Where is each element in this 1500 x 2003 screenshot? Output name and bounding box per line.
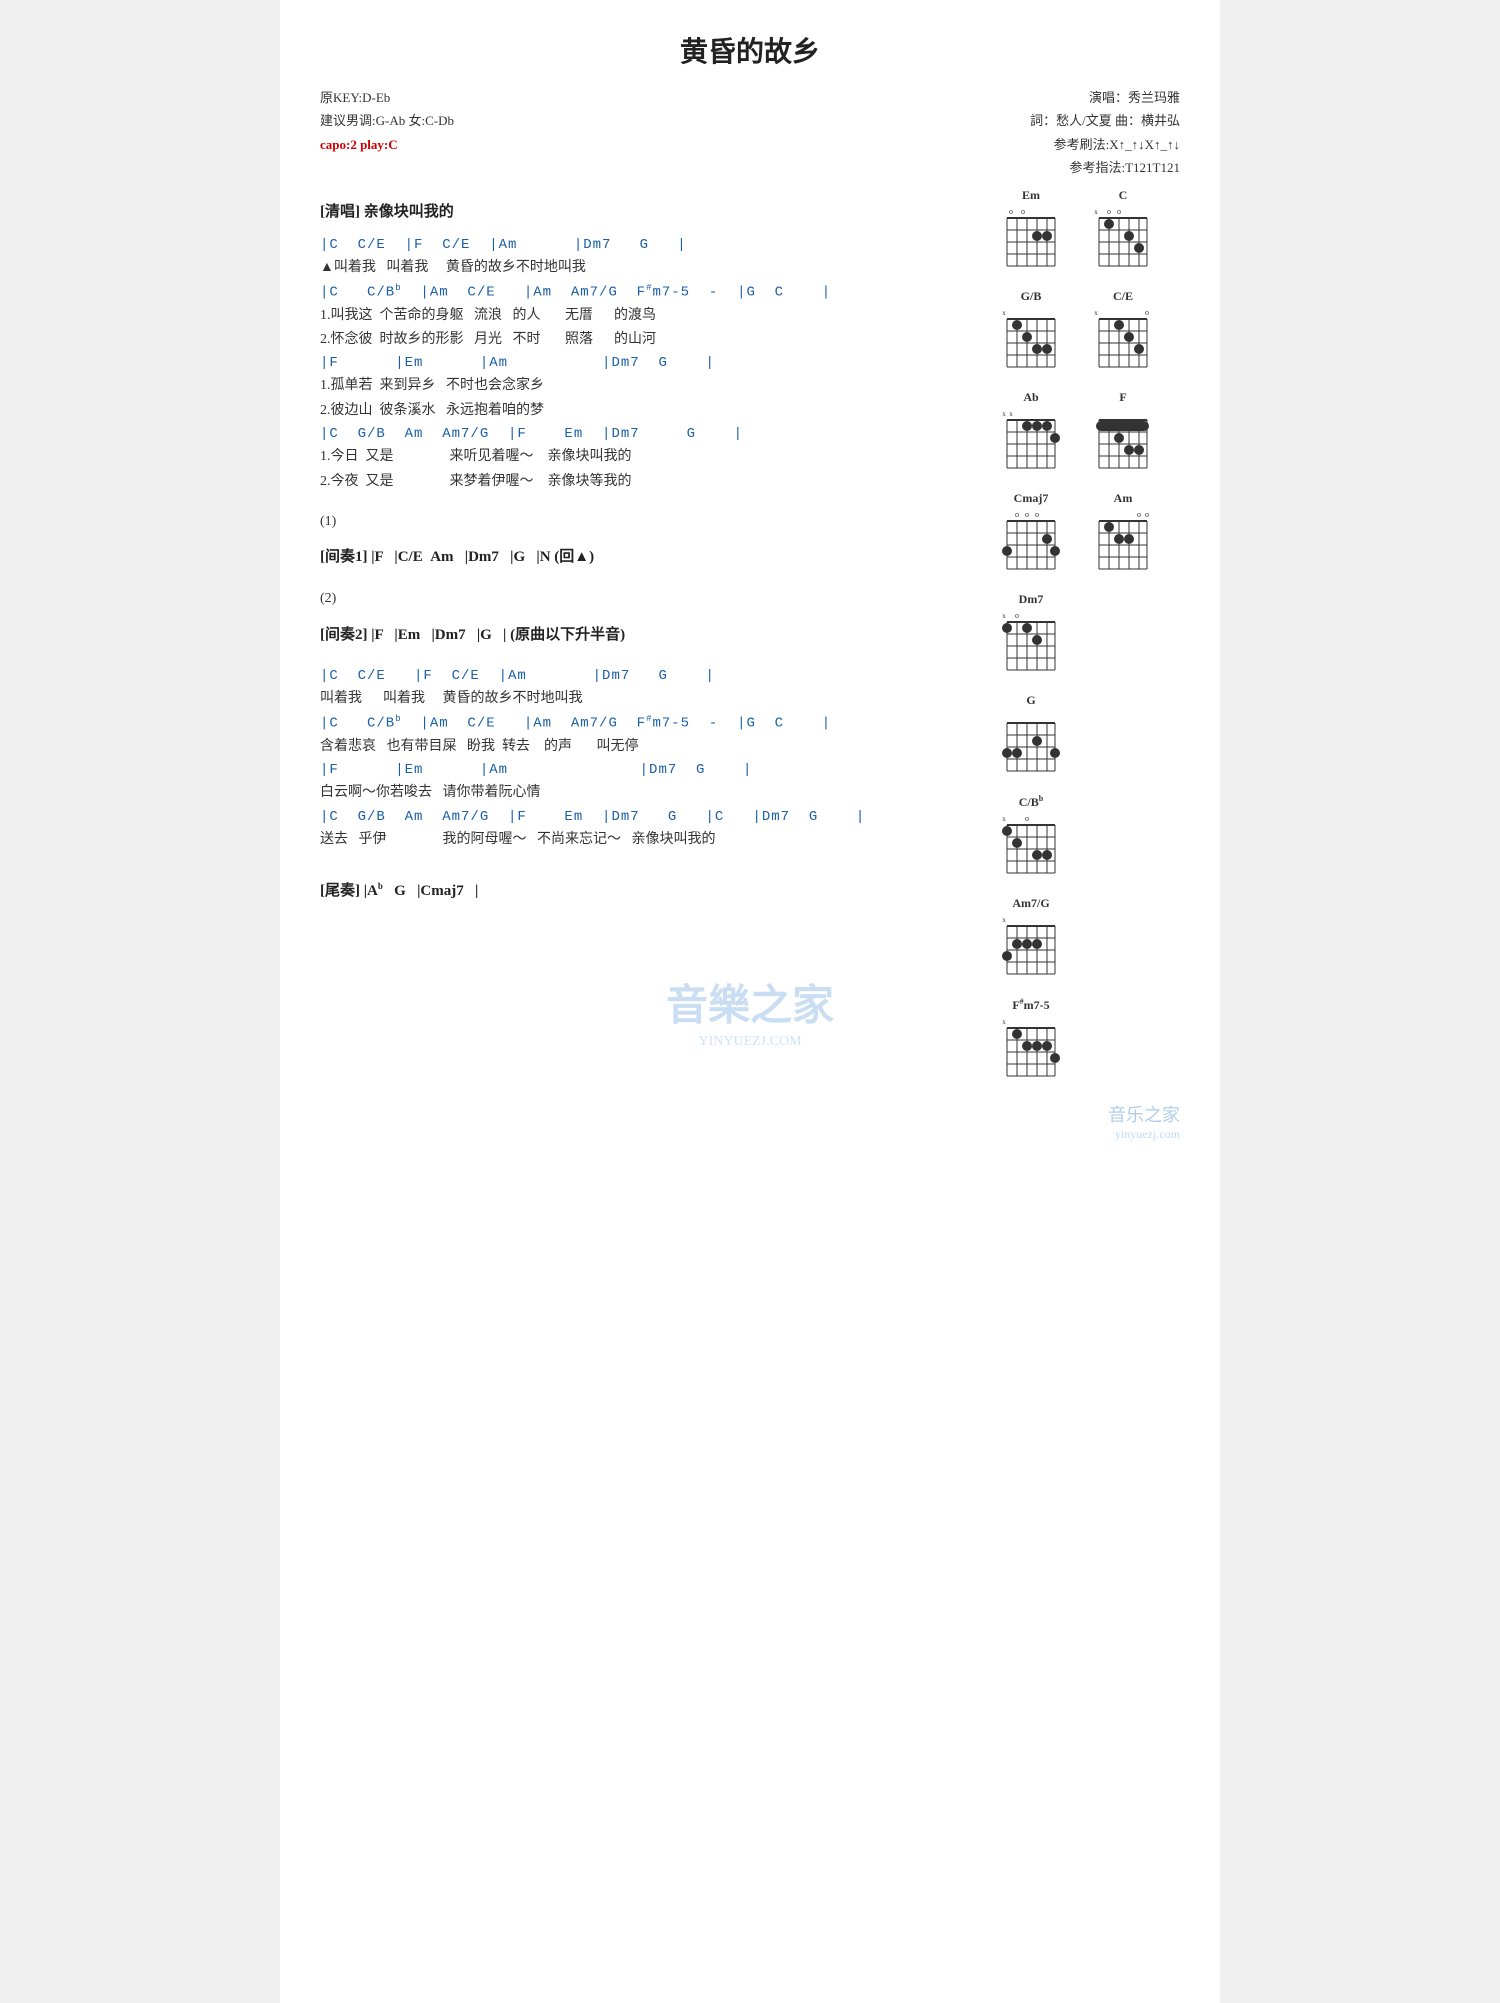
svg-text:o: o: [1035, 510, 1039, 519]
svg-text:o: o: [1025, 814, 1029, 823]
svg-text:x: x: [1009, 410, 1013, 418]
lyric-5: 叫着我 叫着我 黄昏的故乡不时地叫我: [320, 688, 970, 710]
chord-gb: G/B x: [990, 289, 1072, 372]
picking: 参考指法:T121T121: [1030, 156, 1180, 179]
lyric-3b: 2.彼边山 彼条溪水 永远抱着咱的梦: [320, 400, 970, 422]
chord-pair-6: G: [990, 693, 1180, 776]
svg-text:o: o: [1015, 510, 1019, 519]
interlude2-header: [间奏2] |F |Em |Dm7 |G | (原曲以下升半音): [320, 623, 970, 644]
lyric-3a: 1.孤单若 来到异乡 不时也会念家乡: [320, 375, 970, 397]
chord-cmaj7-name: Cmaj7: [1014, 491, 1049, 506]
svg-text:o: o: [1117, 207, 1121, 216]
chord-c-name: C: [1119, 188, 1128, 203]
svg-text:o: o: [1009, 207, 1013, 216]
chord-line-2: |C C/Bb |Am C/E |Am Am7/G F#m7-5 - |G C …: [320, 283, 970, 301]
page-title: 黄昏的故乡: [320, 30, 1180, 70]
chord-cmaj7: Cmaj7 o o o: [990, 491, 1072, 574]
chord-pair-3: Ab x x: [990, 390, 1180, 473]
performer: 演唱：秀兰玛雅: [1030, 86, 1180, 109]
svg-text:o: o: [1015, 611, 1019, 620]
svg-text:x: x: [1002, 815, 1006, 823]
capo-info: capo:2 play:C: [320, 133, 454, 156]
svg-text:o: o: [1021, 207, 1025, 216]
svg-text:x: x: [1002, 916, 1006, 924]
chord-line-1: |C C/E |F C/E |Am |Dm7 G |: [320, 237, 970, 253]
lyric-2b: 2.怀念彼 时故乡的形影 月光 不时 照落 的山河: [320, 329, 970, 351]
chord-gb-name: G/B: [1021, 289, 1042, 304]
chord-pair-7: C/Bb x o: [990, 794, 1180, 878]
interlude2-label: (2): [320, 588, 970, 610]
chord-g-name: G: [1026, 693, 1035, 708]
intro-header: [清唱] 亲像块叫我的: [320, 200, 970, 221]
chord-line-5: |C C/E |F C/E |Am |Dm7 G |: [320, 668, 970, 684]
chord-pair-9: F#m7-5 x: [990, 997, 1180, 1081]
content-area: [清唱] 亲像块叫我的 |C C/E |F C/E |Am |Dm7 G | ▲…: [320, 188, 1180, 1081]
lyric-8: 送去 乎伊 我的阿母喔～ 不尚来忘记～ 亲像块叫我的: [320, 829, 970, 851]
chord-line-6: |C C/Bb |Am C/E |Am Am7/G F#m7-5 - |G C …: [320, 714, 970, 732]
lyric-2a: 1.叫我这 个苦命的身躯 流浪 的人 无厝 的渡鸟: [320, 305, 970, 327]
chord-pair-8: Am7/G x: [990, 896, 1180, 979]
chord-pair-5: Dm7 x o: [990, 592, 1180, 675]
chord-c: C x o o: [1082, 188, 1164, 271]
chord-fshm75: F#m7-5 x: [990, 997, 1072, 1081]
outro-header: [尾奏] |Ab G |Cmaj7 |: [320, 879, 970, 900]
svg-text:o: o: [1145, 308, 1149, 317]
strumming: 参考刷法:X↑_↑↓X↑_↑↓: [1030, 133, 1180, 156]
svg-text:x: x: [1002, 612, 1006, 620]
lyric-1: ▲叫着我 叫着我 黄昏的故乡不时地叫我: [320, 257, 970, 279]
chord-pair-1: Em o o: [990, 188, 1180, 271]
interlude1-label: (1): [320, 511, 970, 533]
chord-line-8: |C G/B Am Am7/G |F Em |Dm7 G |C |Dm7 G |: [320, 809, 970, 825]
chord-line-7: |F |Em |Am |Dm7 G |: [320, 762, 970, 778]
lyric-7: 白云啊～你若唆去 请你带着阮心情: [320, 782, 970, 804]
svg-text:x: x: [1094, 309, 1098, 317]
chord-em-name: Em: [1022, 188, 1040, 203]
meta-left: 原KEY:D-Eb 建议男调:G-Ab 女:C-Db capo:2 play:C: [320, 86, 454, 180]
main-content: [清唱] 亲像块叫我的 |C C/E |F C/E |Am |Dm7 G | ▲…: [320, 188, 970, 1081]
chord-ce-name: C/E: [1113, 289, 1133, 304]
chord-am7g-name: Am7/G: [1012, 896, 1049, 911]
chord-line-4: |C G/B Am Am7/G |F Em |Dm7 G |: [320, 426, 970, 442]
chord-line-3: |F |Em |Am |Dm7 G |: [320, 355, 970, 371]
svg-text:o: o: [1107, 207, 1111, 216]
chord-am7g: Am7/G x: [990, 896, 1072, 979]
meta-right: 演唱：秀兰玛雅 詞：愁人/文夏 曲：横井弘 参考刷法:X↑_↑↓X↑_↑↓ 参考…: [1030, 86, 1180, 180]
chord-ab: Ab x x: [990, 390, 1072, 473]
footer-main: 音乐之家: [320, 1101, 1180, 1127]
chord-ce: C/E x o: [1082, 289, 1164, 372]
chord-fshm75-name: F#m7-5: [1012, 997, 1049, 1013]
chord-f: F: [1082, 390, 1164, 473]
chord-em: Em o o: [990, 188, 1072, 271]
meta-container: 原KEY:D-Eb 建议男调:G-Ab 女:C-Db capo:2 play:C…: [320, 86, 1180, 180]
chord-pair-4: Cmaj7 o o o: [990, 491, 1180, 574]
svg-text:o: o: [1025, 510, 1029, 519]
chord-dm7-name: Dm7: [1019, 592, 1044, 607]
lyric-6: 含着悲哀 也有带目屎 盼我 转去 的声 叫无停: [320, 736, 970, 758]
chord-f-name: F: [1119, 390, 1126, 405]
lyric-4a: 1.今日 又是 来听见着喔～ 亲像块叫我的: [320, 446, 970, 468]
chord-pair-2: G/B x: [990, 289, 1180, 372]
chord-cbb-name: C/Bb: [1019, 794, 1043, 810]
footer-watermark: 音乐之家 yinyuezj.com: [320, 1101, 1180, 1142]
lyricist: 詞：愁人/文夏 曲：横井弘: [1030, 109, 1180, 132]
svg-text:x: x: [1002, 410, 1006, 418]
chord-ab-name: Ab: [1023, 390, 1038, 405]
key-original: 原KEY:D-Eb: [320, 86, 454, 109]
chord-am-name: Am: [1114, 491, 1133, 506]
interlude1-header: [间奏1] |F |C/E Am |Dm7 |G |N (回▲): [320, 545, 970, 566]
page: 音樂之家 YINYUEZJ.COM 黄昏的故乡 原KEY:D-Eb 建议男调:G…: [280, 0, 1220, 2003]
lyric-4b: 2.今夜 又是 来梦着伊喔～ 亲像块等我的: [320, 471, 970, 493]
chord-diagrams: Em o o: [990, 188, 1180, 1081]
key-suggestion: 建议男调:G-Ab 女:C-Db: [320, 109, 454, 132]
footer-sub: yinyuezj.com: [320, 1127, 1180, 1142]
svg-text:x: x: [1094, 208, 1098, 216]
svg-text:o: o: [1137, 510, 1141, 519]
svg-text:x: x: [1002, 309, 1006, 317]
chord-cbb: C/Bb x o: [990, 794, 1072, 878]
chord-am: Am o o: [1082, 491, 1164, 574]
chord-dm7: Dm7 x o: [990, 592, 1072, 675]
svg-text:x: x: [1002, 1018, 1006, 1026]
svg-text:o: o: [1145, 510, 1149, 519]
chord-g: G: [990, 693, 1072, 776]
